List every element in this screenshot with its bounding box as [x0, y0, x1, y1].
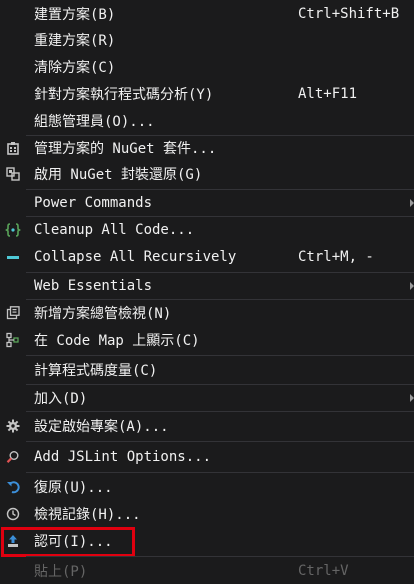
package-restore-icon [0, 163, 26, 185]
menu-item-configuration-manager[interactable]: 組態管理員(O)... [0, 110, 414, 132]
add-label: 加入(D) [34, 391, 88, 407]
menu-item-paste: 貼上(P) Ctrl+V [0, 560, 414, 582]
highlight-annotation-box [1, 527, 135, 557]
restore-nuget-label: 啟用 NuGet 封裝還原(G) [34, 167, 203, 183]
menu-item-add[interactable]: 加入(D) [0, 387, 414, 409]
menu-item-build-solution[interactable]: 建置方案(B) Ctrl+Shift+B [0, 3, 414, 25]
build-solution-label: 建置方案(B) [34, 7, 116, 23]
separator [26, 384, 414, 385]
menu-item-manage-nuget[interactable]: 管理方案的 NuGet 套件... [0, 137, 414, 159]
menu-item-undo[interactable]: 復原(U)... [0, 476, 414, 498]
jslint-search-icon [0, 446, 26, 468]
submenu-arrow-icon [410, 394, 414, 402]
separator [26, 272, 414, 273]
add-jslint-label: Add JSLint Options... [34, 449, 212, 465]
code-map-icon [0, 329, 26, 351]
run-code-analysis-shortcut: Alt+F11 [298, 86, 358, 102]
run-code-analysis-label: 針對方案執行程式碼分析(Y) [34, 87, 214, 103]
menu-item-power-commands[interactable]: Power Commands [0, 192, 414, 214]
separator [26, 135, 414, 136]
submenu-arrow-icon [410, 199, 414, 207]
separator [26, 299, 414, 300]
menu-item-add-jslint[interactable]: Add JSLint Options... [0, 446, 414, 468]
new-view-icon [0, 302, 26, 324]
menu-item-web-essentials[interactable]: Web Essentials [0, 275, 414, 297]
menu-item-calculate-code-metrics[interactable]: 計算程式碼度量(C) [0, 359, 414, 381]
menu-item-new-solution-explorer-view[interactable]: 新增方案總管檢視(N) [0, 302, 414, 324]
cleanup-braces-icon [0, 219, 26, 241]
nuget-icon [0, 137, 26, 159]
submenu-arrow-icon [410, 282, 414, 290]
menu-item-cleanup-all-code[interactable]: Cleanup All Code... [0, 219, 414, 241]
manage-nuget-label: 管理方案的 NuGet 套件... [34, 141, 217, 157]
clean-solution-label: 清除方案(C) [34, 60, 116, 76]
gear-icon [0, 415, 26, 437]
set-startup-projects-label: 設定啟始專案(A)... [34, 419, 169, 435]
web-essentials-label: Web Essentials [34, 278, 153, 294]
calculate-code-metrics-label: 計算程式碼度量(C) [34, 363, 158, 379]
build-solution-shortcut: Ctrl+Shift+B [298, 6, 400, 22]
separator [26, 411, 414, 412]
menu-item-view-history[interactable]: 檢視記錄(H)... [0, 503, 414, 525]
collapse-all-shortcut: Ctrl+M, - [298, 249, 374, 265]
rebuild-solution-label: 重建方案(R) [34, 33, 116, 49]
view-history-label: 檢視記錄(H)... [34, 507, 141, 523]
menu-item-collapse-all[interactable]: Collapse All Recursively Ctrl+M, - [0, 246, 414, 268]
menu-item-set-startup-projects[interactable]: 設定啟始專案(A)... [0, 415, 414, 437]
menu-item-rebuild-solution[interactable]: 重建方案(R) [0, 29, 414, 51]
paste-shortcut: Ctrl+V [298, 563, 349, 579]
context-menu: 建置方案(B) Ctrl+Shift+B 重建方案(R) 清除方案(C) 針對方… [0, 0, 414, 584]
menu-item-run-code-analysis[interactable]: 針對方案執行程式碼分析(Y) Alt+F11 [0, 83, 414, 105]
separator [26, 216, 414, 217]
power-commands-label: Power Commands [34, 195, 153, 211]
menu-item-restore-nuget[interactable]: 啟用 NuGet 封裝還原(G) [0, 163, 414, 185]
show-on-code-map-label: 在 Code Map 上顯示(C) [34, 333, 200, 349]
separator [26, 556, 414, 557]
menu-item-show-on-code-map[interactable]: 在 Code Map 上顯示(C) [0, 329, 414, 351]
history-icon [0, 503, 26, 525]
new-solution-explorer-view-label: 新增方案總管檢視(N) [34, 306, 172, 322]
undo-icon [0, 476, 26, 498]
cleanup-all-code-label: Cleanup All Code... [34, 222, 195, 238]
paste-label: 貼上(P) [34, 564, 88, 580]
collapse-minus-icon [0, 246, 26, 268]
separator [26, 355, 414, 356]
collapse-all-label: Collapse All Recursively [34, 249, 237, 265]
separator [26, 472, 414, 473]
configuration-manager-label: 組態管理員(O)... [34, 114, 155, 130]
separator [26, 441, 414, 442]
separator [26, 189, 414, 190]
undo-label: 復原(U)... [34, 480, 113, 496]
menu-item-clean-solution[interactable]: 清除方案(C) [0, 56, 414, 78]
